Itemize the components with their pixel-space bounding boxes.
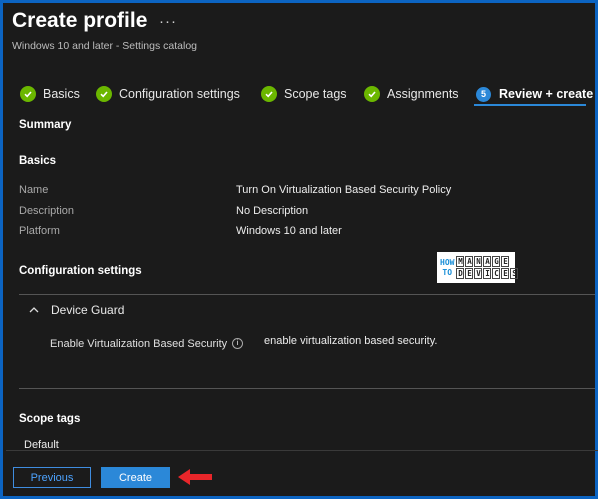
description-label: Description bbox=[19, 205, 75, 217]
step-label: Configuration settings bbox=[119, 87, 240, 101]
how-to-manage-devices-logo: HOW TO MANAGE DEVICES bbox=[437, 252, 519, 283]
previous-button[interactable]: Previous bbox=[13, 467, 91, 488]
name-label: Name bbox=[19, 184, 49, 196]
setting-label: Enable Virtualization Based Security bbox=[50, 338, 228, 350]
checkmark-circle-icon bbox=[20, 86, 36, 102]
step-label: Review + create bbox=[499, 87, 594, 101]
device-guard-label: Device Guard bbox=[51, 303, 125, 317]
step-basics[interactable]: Basics bbox=[20, 83, 80, 105]
page-subtitle: Windows 10 and later - Settings catalog bbox=[12, 40, 198, 52]
step-label: Scope tags bbox=[284, 87, 347, 101]
number-circle-icon: 5 bbox=[476, 86, 491, 102]
chevron-up-icon bbox=[29, 307, 39, 313]
logo-letters: MANAGE DEVICES bbox=[456, 256, 519, 279]
logo-how-to: HOW TO bbox=[440, 257, 455, 277]
step-scope-tags[interactable]: Scope tags bbox=[261, 83, 347, 105]
summary-heading: Summary bbox=[19, 119, 72, 131]
create-button[interactable]: Create bbox=[101, 467, 170, 488]
app-frame: Create profile ··· Windows 10 and later … bbox=[0, 0, 598, 499]
basics-heading: Basics bbox=[19, 155, 57, 167]
logo-row-manage: MANAGE bbox=[456, 256, 510, 267]
name-value: Turn On Virtualization Based Security Po… bbox=[236, 184, 452, 196]
setting-value: enable virtualization based security. bbox=[264, 335, 438, 347]
checkmark-circle-icon bbox=[96, 86, 112, 102]
step-assignments[interactable]: Assignments bbox=[364, 83, 459, 105]
step-configuration-settings[interactable]: Configuration settings bbox=[96, 83, 240, 105]
page-title: Create profile bbox=[12, 9, 148, 32]
platform-label: Platform bbox=[19, 225, 60, 237]
platform-value: Windows 10 and later bbox=[236, 225, 342, 237]
checkmark-circle-icon bbox=[364, 86, 380, 102]
step-label: Basics bbox=[43, 87, 80, 101]
logo-row-devices: DEVICES bbox=[456, 268, 519, 279]
step-label: Assignments bbox=[387, 87, 459, 101]
footer-divider bbox=[6, 450, 598, 451]
divider bbox=[19, 388, 595, 389]
active-step-indicator bbox=[474, 104, 586, 106]
device-guard-toggle[interactable]: Device Guard bbox=[29, 303, 124, 317]
more-options-button[interactable]: ··· bbox=[159, 13, 177, 30]
red-arrow-icon bbox=[178, 469, 212, 485]
configuration-settings-heading: Configuration settings bbox=[19, 265, 142, 277]
checkmark-circle-icon bbox=[261, 86, 277, 102]
info-icon[interactable]: i bbox=[232, 338, 243, 349]
scope-tags-heading: Scope tags bbox=[19, 413, 81, 425]
description-value: No Description bbox=[236, 205, 309, 217]
divider bbox=[19, 294, 595, 295]
step-review-create[interactable]: 5 Review + create bbox=[476, 83, 593, 105]
